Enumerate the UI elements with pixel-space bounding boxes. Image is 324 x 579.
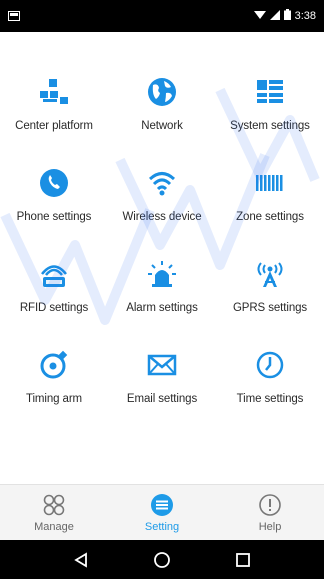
nav-help[interactable]: Help [216,485,324,540]
cell-signal-icon [269,9,280,23]
wifi-icon [144,165,180,201]
help-icon [257,492,283,518]
rfid-settings-tile[interactable]: RFID settings [0,250,108,341]
time-settings-tile[interactable]: Time settings [216,341,324,432]
zone-settings-tile[interactable]: Zone settings [216,159,324,250]
tile-label: Email settings [126,393,198,405]
bottom-nav: Manage Setting Help [0,484,324,540]
zone-icon [252,165,288,201]
rfid-icon [36,256,72,292]
clock-icon [252,347,288,383]
email-icon [144,347,180,383]
gprs-settings-tile[interactable]: GPRS settings [216,250,324,341]
system-settings-tile[interactable]: System settings [216,68,324,159]
phone-icon [36,165,72,201]
wireless-device-tile[interactable]: Wireless device [108,159,216,250]
timing-arm-tile[interactable]: Timing arm [0,341,108,432]
tile-label: Network [141,120,183,132]
tile-label: Zone settings [236,211,304,223]
setting-icon [149,492,175,518]
email-settings-tile[interactable]: Email settings [108,341,216,432]
tile-label: Phone settings [16,211,92,223]
tile-label: Wireless device [122,211,202,223]
wifi-signal-icon [253,10,266,23]
manage-icon [41,492,67,518]
center-platform-tile[interactable]: Center platform [0,68,108,159]
gprs-antenna-icon [252,256,288,292]
nav-label: Manage [34,521,74,533]
recents-icon[interactable] [223,540,263,579]
timing-arm-icon [36,347,72,383]
alarm-siren-icon [144,256,180,292]
tile-label: Alarm settings [126,302,198,314]
android-nav-bar [0,540,324,579]
notification-icon [8,10,26,22]
nav-label: Setting [144,521,180,533]
tile-label: Time settings [236,393,304,405]
status-bar: 3:38 [0,0,324,32]
nav-label: Help [258,521,282,533]
alarm-settings-tile[interactable]: Alarm settings [108,250,216,341]
globe-icon [144,74,180,110]
nav-setting[interactable]: Setting [108,485,216,540]
back-icon[interactable] [61,540,101,579]
center-platform-icon [36,74,72,110]
tile-label: GPRS settings [232,302,308,314]
status-time: 3:38 [294,10,316,22]
settings-grid: Center platform Network System settings … [0,68,324,432]
tile-label: Center platform [15,120,93,132]
home-icon[interactable] [142,540,182,579]
system-settings-icon [252,74,288,110]
network-tile[interactable]: Network [108,68,216,159]
nav-manage[interactable]: Manage [0,485,108,540]
phone-settings-tile[interactable]: Phone settings [0,159,108,250]
tile-label: Timing arm [25,393,83,405]
battery-icon [283,9,291,23]
tile-label: RFID settings [19,302,89,314]
tile-label: System settings [230,120,310,132]
